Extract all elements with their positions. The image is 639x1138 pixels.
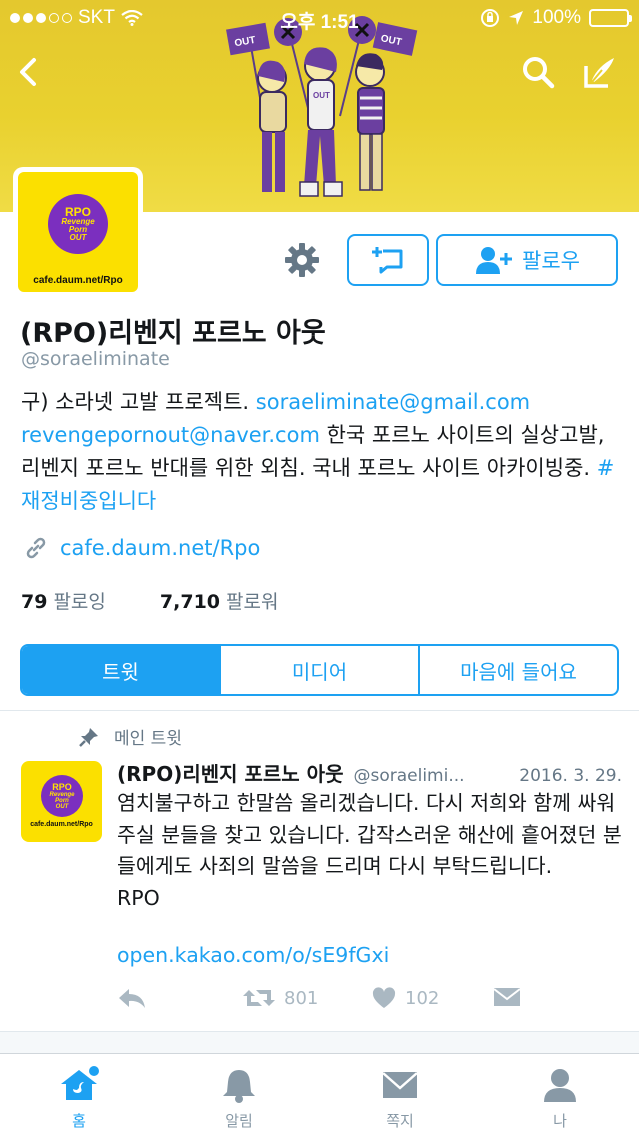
share-dm-button[interactable] [493, 986, 521, 1008]
profile-handle: @soraeliminate [21, 348, 170, 370]
like-button[interactable]: 102 [371, 986, 439, 1010]
link-icon [26, 537, 46, 559]
following-stat[interactable]: 79 팔로잉 [21, 587, 106, 614]
tweet-author-handle: @soraelimi... [353, 766, 465, 786]
tab-likes[interactable]: 마음에 들어요 [418, 646, 617, 694]
heart-icon [372, 987, 396, 1008]
like-count: 102 [405, 987, 440, 1009]
tab-messages-label: 쪽지 [386, 1112, 414, 1130]
divider [0, 710, 639, 711]
rpo-logo: RPO Revenge Porn OUT cafe.daum.net/Rpo [18, 172, 138, 292]
pinned-indicator: 메인 트윗 [78, 724, 182, 749]
reply-icon [119, 989, 145, 1008]
bottom-tab-bar: 홈 알림 쪽지 나 [0, 1053, 639, 1138]
retweet-button[interactable]: 801 [242, 986, 318, 1010]
website-link[interactable]: cafe.daum.net/Rpo [60, 536, 260, 560]
tweet-link[interactable]: open.kakao.com/o/sE9fGxi [117, 943, 389, 967]
tweet-actions: 801 102 [117, 986, 537, 1016]
bell-icon [223, 1070, 255, 1103]
tab-tweets[interactable]: 트윗 [22, 646, 219, 694]
direct-message-button[interactable] [347, 234, 429, 286]
tweet-date: 2016. 3. 29. [519, 766, 622, 786]
banner-illustration: OUT OUT OUT [226, 16, 418, 197]
tweet-header: (RPO)리벤지 포르노 아웃 @soraelimi... 2016. 3. 2… [117, 758, 622, 787]
follow-button-label: 팔로우 [522, 249, 580, 273]
profile-avatar[interactable]: RPO Revenge Porn OUT cafe.daum.net/Rpo [13, 167, 143, 297]
profile-bio: 구) 소라넷 고발 프로젝트. soraeliminate@gmail.com r… [21, 386, 621, 518]
tweet-text: 염치불구하고 한말씀 올리겠습니다. 다시 저희와 함께 싸워주실 분들을 찾고… [117, 791, 622, 910]
tab-me[interactable]: 나 [510, 1054, 610, 1138]
followers-stat[interactable]: 7,710 팔로워 [160, 587, 279, 614]
reply-button[interactable] [117, 986, 147, 1010]
profile-tabs: 트윗 미디어 마음에 들어요 [20, 644, 619, 696]
rotation-lock-icon [481, 9, 500, 27]
person-icon [544, 1069, 576, 1102]
pin-icon [79, 727, 98, 747]
svg-text:OUT: OUT [313, 91, 330, 100]
location-icon [509, 11, 524, 25]
tab-media[interactable]: 미디어 [219, 646, 418, 694]
back-icon[interactable] [10, 52, 50, 92]
tweet-avatar[interactable]: RPO Revenge Porn OUT cafe.daum.net/Rpo [21, 761, 102, 842]
tab-messages[interactable]: 쪽지 [350, 1054, 450, 1138]
bio-text: 구) 소라넷 고발 프로젝트. [21, 390, 256, 414]
message-plus-icon [372, 247, 403, 274]
tweet-author-name[interactable]: (RPO)리벤지 포르노 아웃 [117, 758, 343, 787]
tab-notifications-label: 알림 [225, 1112, 253, 1130]
rpo-logo-small: RPO Revenge Porn OUT [41, 775, 83, 817]
bio-email-link-2[interactable]: revengepornout@naver.com [21, 423, 320, 447]
bio-email-link[interactable]: soraeliminate@gmail.com [256, 390, 530, 414]
search-icon[interactable] [518, 52, 558, 92]
tab-notifications[interactable]: 알림 [189, 1054, 289, 1138]
compose-tweet-icon[interactable] [580, 52, 620, 92]
follow-button[interactable]: 팔로우 [436, 234, 618, 286]
retweet-count: 801 [284, 987, 319, 1009]
tab-me-label: 나 [553, 1112, 567, 1130]
envelope-icon [493, 988, 521, 1006]
profile-stats: 79 팔로잉 7,710 팔로워 [21, 587, 278, 614]
profile-website[interactable]: cafe.daum.net/Rpo [24, 536, 260, 560]
timeline-gap [0, 1031, 639, 1053]
battery-percent: 100% [532, 7, 581, 28]
notification-dot [89, 1066, 99, 1076]
add-user-icon [476, 247, 513, 274]
tab-home[interactable]: 홈 [29, 1054, 129, 1138]
battery-icon [589, 9, 632, 27]
envelope-icon [382, 1072, 418, 1098]
status-bar: SKT 오후 1:51 100% [0, 0, 639, 36]
gear-icon[interactable] [282, 240, 322, 280]
tab-home-label: 홈 [72, 1112, 86, 1130]
profile-display-name: (RPO)리벤지 포르노 아웃 [20, 318, 326, 349]
pinned-label: 메인 트윗 [114, 729, 182, 749]
retweet-icon [243, 990, 275, 1006]
